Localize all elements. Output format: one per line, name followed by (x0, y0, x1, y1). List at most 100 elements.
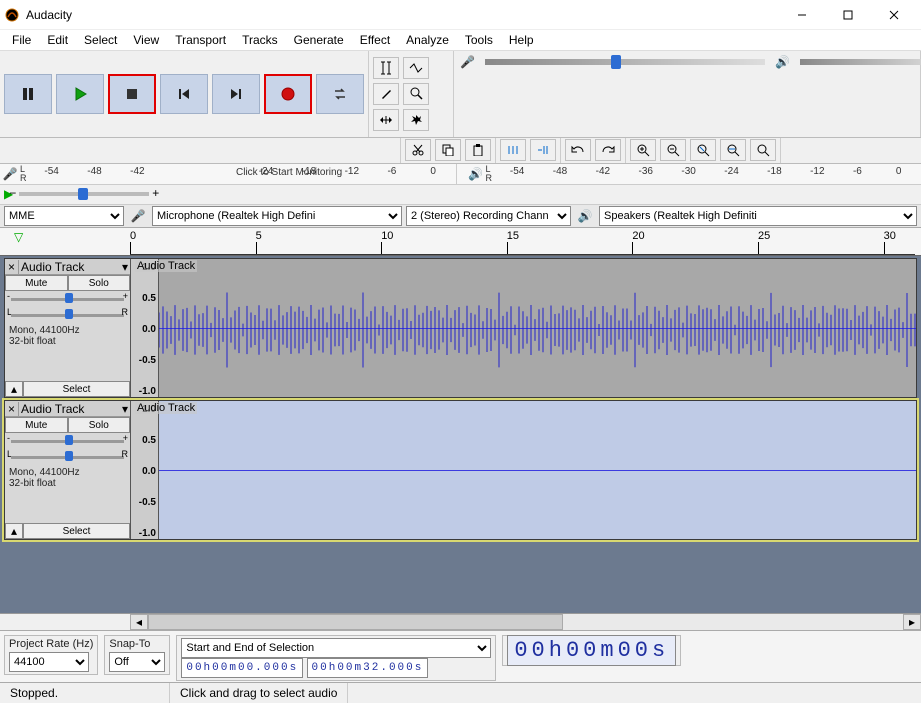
paste-button[interactable] (465, 139, 491, 161)
y-tick: 0.0 (142, 324, 156, 335)
skip-start-button[interactable] (160, 74, 208, 114)
playback-volume-slider[interactable] (800, 59, 921, 65)
record-button[interactable] (264, 74, 312, 114)
undo-button[interactable] (565, 139, 591, 161)
track-select-button[interactable]: Select (23, 381, 130, 397)
lr-label: LR (20, 165, 36, 183)
close-button[interactable] (871, 0, 917, 30)
track[interactable]: ×Audio Track▾MuteSolo-+LRMono, 44100Hz32… (4, 258, 917, 398)
track-control-panel: ×Audio Track▾MuteSolo-+LRMono, 44100Hz32… (5, 401, 131, 539)
track[interactable]: ×Audio Track▾MuteSolo-+LRMono, 44100Hz32… (4, 400, 917, 540)
multi-tool[interactable] (403, 109, 429, 131)
speaker-icon: 🔊 (775, 55, 790, 69)
pan-slider[interactable]: LR (5, 307, 130, 323)
status-bar: Stopped. Click and drag to select audio (0, 682, 921, 703)
menu-tools[interactable]: Tools (457, 31, 501, 49)
draw-tool[interactable] (373, 83, 399, 105)
scroll-right-button[interactable]: ▸ (903, 614, 921, 630)
maximize-button[interactable] (825, 0, 871, 30)
pause-button[interactable] (4, 74, 52, 114)
stop-button[interactable] (108, 74, 156, 114)
pinned-play-head-icon[interactable]: ▽ (14, 230, 23, 244)
trim-button[interactable] (500, 139, 526, 161)
recording-channels-select[interactable]: 2 (Stereo) Recording Chann (406, 206, 571, 226)
selection-mode-select[interactable]: Start and End of Selection (181, 638, 491, 658)
waveform-display[interactable]: 1.00.50.0-0.5-1.0Audio Track (131, 401, 916, 539)
menu-select[interactable]: Select (76, 31, 125, 49)
menu-view[interactable]: View (125, 31, 167, 49)
track-collapse-button[interactable]: ▴ (5, 523, 23, 539)
meter-tick: -42 (130, 166, 144, 177)
gain-slider[interactable]: -+ (5, 433, 130, 449)
waveform-display[interactable]: 1.00.50.0-0.5-1.0Audio Track (131, 259, 916, 397)
tools-toolbar (369, 51, 454, 137)
fit-project-button[interactable] (720, 139, 746, 161)
snap-to-select[interactable]: Off (109, 652, 165, 672)
project-rate-group: Project Rate (Hz) 44100 (4, 635, 98, 675)
skip-end-button[interactable] (212, 74, 260, 114)
record-volume-slider[interactable] (485, 59, 765, 65)
zoom-toggle-button[interactable] (750, 139, 776, 161)
timeshift-tool[interactable] (373, 109, 399, 131)
tracks-area: ×Audio Track▾MuteSolo-+LRMono, 44100Hz32… (0, 256, 921, 542)
mute-button[interactable]: Mute (5, 417, 68, 433)
zoom-in-button[interactable] (630, 139, 656, 161)
menu-transport[interactable]: Transport (167, 31, 234, 49)
solo-button[interactable]: Solo (68, 417, 131, 433)
track-select-button[interactable]: Select (23, 523, 130, 539)
play-button[interactable] (56, 74, 104, 114)
empty-track-space[interactable] (0, 542, 921, 613)
zoom-tool[interactable] (403, 83, 429, 105)
playback-device-select[interactable]: Speakers (Realtek High Definiti (599, 206, 917, 226)
pan-slider[interactable]: LR (5, 449, 130, 465)
device-toolbar: MME 🎤 Microphone (Realtek High Defini 2 … (0, 205, 921, 228)
track-close-button[interactable]: × (5, 402, 19, 416)
menu-help[interactable]: Help (501, 31, 542, 49)
meter-tick: -54 (510, 166, 524, 177)
track-menu-button[interactable]: Audio Track▾ (19, 260, 130, 274)
project-rate-label: Project Rate (Hz) (9, 638, 93, 650)
selection-start-time[interactable]: 00h00m00.000s (181, 658, 303, 678)
meter-tick: -30 (681, 166, 695, 177)
horizontal-scrollbar[interactable]: ◂ ▸ (0, 613, 921, 630)
mute-button[interactable]: Mute (5, 275, 68, 291)
minimize-button[interactable] (779, 0, 825, 30)
zoom-out-button[interactable] (660, 139, 686, 161)
copy-button[interactable] (435, 139, 461, 161)
menu-tracks[interactable]: Tracks (234, 31, 286, 49)
meter-tick: -36 (639, 166, 653, 177)
silence-button[interactable] (530, 139, 556, 161)
envelope-tool[interactable] (403, 57, 429, 79)
audio-host-select[interactable]: MME (4, 206, 124, 226)
track-menu-button[interactable]: Audio Track▾ (19, 402, 130, 416)
scrollbar-thumb[interactable] (148, 614, 563, 630)
timeline-ruler[interactable]: ▽ 051015202530 (0, 228, 921, 256)
project-rate-select[interactable]: 44100 (9, 652, 89, 672)
menu-edit[interactable]: Edit (39, 31, 76, 49)
recording-device-select[interactable]: Microphone (Realtek High Defini (152, 206, 402, 226)
meter-tick: -48 (87, 166, 101, 177)
loop-button[interactable] (316, 74, 364, 114)
gain-slider[interactable]: -+ (5, 291, 130, 307)
menu-generate[interactable]: Generate (286, 31, 352, 49)
meter-tick: 0 (430, 166, 436, 177)
scroll-left-button[interactable]: ◂ (130, 614, 148, 630)
selection-end-time[interactable]: 00h00m32.000s (307, 658, 429, 678)
window-title: Audacity (26, 8, 72, 22)
selection-group: Start and End of Selection 00h00m00.000s… (176, 635, 496, 681)
redo-button[interactable] (595, 139, 621, 161)
audio-position-time[interactable]: 00h00m00s (507, 635, 676, 666)
fit-selection-button[interactable] (690, 139, 716, 161)
selection-tool[interactable] (373, 57, 399, 79)
solo-button[interactable]: Solo (68, 275, 131, 291)
recording-meter[interactable]: 🎤 LR Click to Start Monitoring-54-48-42-… (0, 164, 921, 185)
cut-button[interactable] (405, 139, 431, 161)
playback-speed-slider[interactable]: −+ (19, 192, 149, 196)
menu-analyze[interactable]: Analyze (398, 31, 457, 49)
track-collapse-button[interactable]: ▴ (5, 381, 23, 397)
menu-file[interactable]: File (4, 31, 39, 49)
track-close-button[interactable]: × (5, 260, 19, 274)
microphone-icon: 🎤 (128, 209, 148, 223)
menu-effect[interactable]: Effect (352, 31, 398, 49)
record-meter-toolbar: 🎤 🔊 (454, 51, 921, 137)
